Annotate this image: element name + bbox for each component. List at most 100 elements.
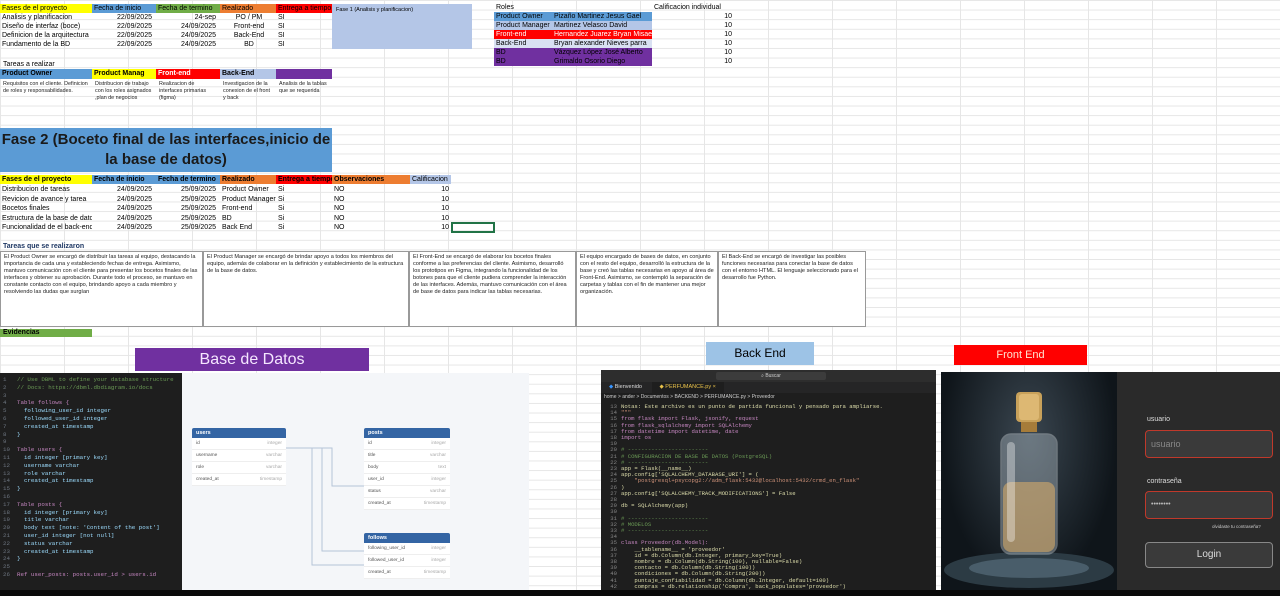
- phase2-cell[interactable]: 25/09/2025: [156, 204, 220, 213]
- phase1-cell[interactable]: 24-sep: [156, 13, 220, 22]
- phase2-cell[interactable]: 10: [410, 214, 451, 223]
- roles-name-cell[interactable]: Martinez Velasco David: [552, 21, 652, 30]
- diagram-field-row[interactable]: role varchar: [192, 462, 286, 474]
- roles-role-cell[interactable]: Front-end: [494, 30, 552, 39]
- phase2-cell[interactable]: 24/09/2025: [92, 214, 156, 223]
- roles-grade-cell[interactable]: 10: [652, 21, 734, 30]
- line-text: status varchar: [17, 539, 73, 547]
- diagram-field-row[interactable]: body text: [364, 462, 450, 474]
- phase2-cell[interactable]: Product Owner: [220, 185, 276, 194]
- roles-role-cell[interactable]: Product Owner: [494, 12, 552, 21]
- phase2-cell[interactable]: 10: [410, 185, 451, 194]
- forgot-password-link[interactable]: olvidaste tu contraseña?: [1212, 524, 1261, 529]
- roles-name-cell[interactable]: Bryan alexander Nieves parra: [552, 39, 652, 48]
- phase1-cell[interactable]: Diseño de interfaz (boce): [0, 22, 92, 31]
- tab-perfumance[interactable]: ◆ PERFUMANCE.py ×: [651, 382, 724, 393]
- phase2-cell[interactable]: 10: [410, 195, 451, 204]
- phase1-cell[interactable]: BD: [220, 40, 276, 49]
- phase2-cell[interactable]: Distribucion de tareas: [0, 185, 92, 194]
- vscode-search-box[interactable]: ⌕ Buscar: [716, 372, 826, 380]
- phase2-cell[interactable]: NO: [332, 204, 410, 213]
- diagram-table-follows[interactable]: follows following_user_id integer followed_…: [364, 533, 450, 579]
- roles-role-cell[interactable]: BD: [494, 48, 552, 57]
- phase1-cell[interactable]: 22/09/2025: [92, 31, 156, 40]
- diagram-table-posts[interactable]: posts id integer title varchar body text user_i…: [364, 428, 450, 510]
- phase2-cell[interactable]: 24/09/2025: [92, 195, 156, 204]
- roles-name-cell[interactable]: Hernandez Juarez Bryan Misael: [552, 30, 652, 39]
- phase1-cell[interactable]: 22/09/2025: [92, 13, 156, 22]
- phase1-cell[interactable]: 24/09/2025: [156, 22, 220, 31]
- selected-cell[interactable]: [451, 222, 495, 233]
- phase2-cell[interactable]: 25/09/2025: [156, 223, 220, 232]
- diagram-field-row[interactable]: id integer: [364, 438, 450, 450]
- close-icon[interactable]: ×: [713, 384, 716, 390]
- phase2-cell[interactable]: Si: [276, 185, 332, 194]
- phase1-cell[interactable]: 24/09/2025: [156, 31, 220, 40]
- roles-grade-cell[interactable]: 10: [652, 39, 734, 48]
- phase2-cell[interactable]: 25/09/2025: [156, 195, 220, 204]
- phase2-cell[interactable]: Si: [276, 195, 332, 204]
- diagram-field-row[interactable]: following_user_id integer: [364, 543, 450, 555]
- diagram-field-row[interactable]: created_at timestamp: [192, 474, 286, 486]
- diagram-field-row[interactable]: followed_user_id integer: [364, 555, 450, 567]
- roles-role-cell[interactable]: BD: [494, 57, 552, 66]
- login-button[interactable]: Login: [1145, 542, 1273, 568]
- phase2-cell[interactable]: NO: [332, 185, 410, 194]
- phase1-cell[interactable]: Fundamento de la BD: [0, 40, 92, 49]
- phase2-cell[interactable]: Product Manager: [220, 195, 276, 204]
- phase1-cell[interactable]: SI: [276, 22, 332, 31]
- phase2-cell[interactable]: NO: [332, 223, 410, 232]
- username-input[interactable]: usuario: [1145, 430, 1273, 458]
- phase2-cell[interactable]: 25/09/2025: [156, 214, 220, 223]
- diagram-field-row[interactable]: status varchar: [364, 486, 450, 498]
- phase2-cell[interactable]: Back End: [220, 223, 276, 232]
- diagram-field-row[interactable]: username varchar: [192, 450, 286, 462]
- phase2-cell[interactable]: Si: [276, 204, 332, 213]
- phase1-cell[interactable]: Analisis y planificacion: [0, 13, 92, 22]
- phase2-cell[interactable]: NO: [332, 195, 410, 204]
- roles-name-cell[interactable]: Pizaño Martinez Jesus Gael: [552, 12, 652, 21]
- diagram-table-users[interactable]: users id integer username varchar role varchar…: [192, 428, 286, 486]
- phase2-cell[interactable]: Si: [276, 223, 332, 232]
- roles-role-cell[interactable]: Product Manager: [494, 21, 552, 30]
- phase1-cell[interactable]: SI: [276, 13, 332, 22]
- diagram-field-row[interactable]: created_at timestamp: [364, 567, 450, 579]
- phase1-cell[interactable]: Front-end: [220, 22, 276, 31]
- tab-bienvenido[interactable]: ◆ Bienvenido: [601, 384, 650, 390]
- phase2-cell[interactable]: 24/09/2025: [92, 185, 156, 194]
- phase1-cell[interactable]: SI: [276, 31, 332, 40]
- phase1-cell[interactable]: 22/09/2025: [92, 22, 156, 31]
- roles-name-cell[interactable]: Vázquez López José Alberto: [552, 48, 652, 57]
- roles-table: Roles Calificacion individual Product Owne…: [494, 3, 734, 69]
- diagram-field-row[interactable]: id integer: [192, 438, 286, 450]
- roles-grade-cell[interactable]: 10: [652, 48, 734, 57]
- phase2-cell[interactable]: 10: [410, 204, 451, 213]
- phase2-cell[interactable]: NO: [332, 214, 410, 223]
- phase2-cell[interactable]: BD: [220, 214, 276, 223]
- phase2-cell[interactable]: 24/09/2025: [92, 223, 156, 232]
- diagram-field-row[interactable]: user_id integer: [364, 474, 450, 486]
- phase1-cell[interactable]: SI: [276, 40, 332, 49]
- phase2-cell[interactable]: 10: [410, 223, 451, 232]
- roles-grade-cell[interactable]: 10: [652, 30, 734, 39]
- phase1-cell[interactable]: 22/09/2025: [92, 40, 156, 49]
- phase1-cell[interactable]: Back-End: [220, 31, 276, 40]
- roles-role-cell[interactable]: Back-End: [494, 39, 552, 48]
- phase1-cell[interactable]: Definicion de la arquitectura: [0, 31, 92, 40]
- phase2-cell[interactable]: 24/09/2025: [92, 204, 156, 213]
- phase2-cell[interactable]: 25/09/2025: [156, 185, 220, 194]
- roles-grade-cell[interactable]: 10: [652, 12, 734, 21]
- diagram-field-row[interactable]: title varchar: [364, 450, 450, 462]
- password-input[interactable]: ••••••••: [1145, 491, 1273, 519]
- roles-grade-cell[interactable]: 10: [652, 57, 734, 66]
- phase2-cell[interactable]: Si: [276, 214, 332, 223]
- phase1-cell[interactable]: PO / PM: [220, 13, 276, 22]
- phase2-cell[interactable]: Bocetos finales: [0, 204, 92, 213]
- phase2-cell[interactable]: Estructura de la base de datos: [0, 214, 92, 223]
- phase2-cell[interactable]: Funcionalidad de el back-end: [0, 223, 92, 232]
- phase2-cell[interactable]: Revicion de avance y tarea: [0, 195, 92, 204]
- diagram-field-row[interactable]: created_at timestamp: [364, 498, 450, 510]
- roles-name-cell[interactable]: Grimaldo Osorio Diego: [552, 57, 652, 66]
- phase1-cell[interactable]: 24/09/2025: [156, 40, 220, 49]
- phase2-cell[interactable]: Front-end: [220, 204, 276, 213]
